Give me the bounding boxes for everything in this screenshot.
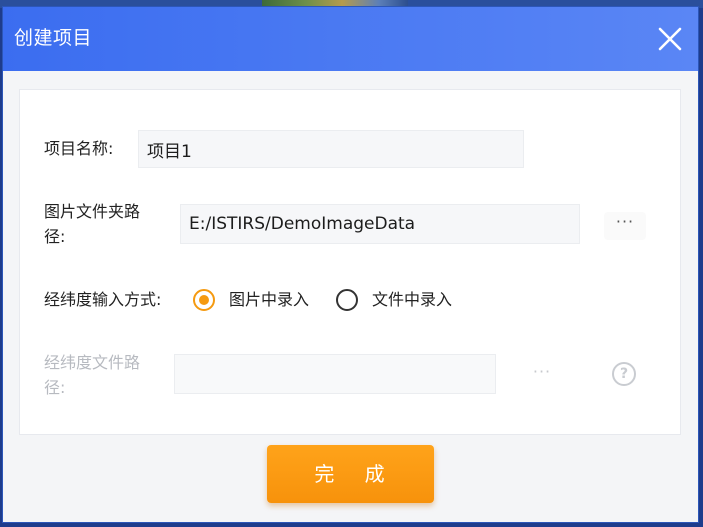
form-panel: 项目名称: 图片文件夹路 径: ··· 经纬度输入方式: 图片中录入 文件中录入… — [19, 89, 681, 435]
close-button[interactable] — [652, 21, 688, 57]
radio-from-image-label[interactable]: 图片中录入 — [229, 289, 309, 311]
done-button[interactable]: 完 成 — [267, 445, 434, 503]
dialog-title-bar: 创建项目 — [3, 7, 698, 71]
project-name-label: 项目名称: — [44, 139, 114, 158]
image-folder-label-line2: 径: — [44, 227, 66, 246]
dialog-body: 项目名称: 图片文件夹路 径: ··· 经纬度输入方式: 图片中录入 文件中录入… — [3, 71, 698, 522]
create-project-dialog: 创建项目 项目名称: 图片文件夹路 径: ··· 经纬度输入方式: — [2, 6, 699, 523]
image-folder-browse-button[interactable]: ··· — [604, 212, 646, 240]
image-folder-input[interactable] — [180, 204, 580, 244]
dialog-title: 创建项目 — [14, 27, 93, 49]
radio-from-file-label[interactable]: 文件中录入 — [372, 289, 452, 311]
radio-from-file[interactable] — [336, 289, 358, 311]
project-name-input[interactable] — [138, 130, 524, 168]
coord-file-label-line2: 径: — [44, 378, 66, 397]
close-icon — [658, 27, 682, 51]
coord-file-browse-button[interactable]: ··· — [521, 362, 563, 390]
coord-file-input[interactable] — [174, 354, 496, 394]
coord-input-method-label: 经纬度输入方式: — [44, 290, 162, 309]
radio-from-image[interactable] — [193, 289, 215, 311]
screen: 创建项目 项目名称: 图片文件夹路 径: ··· 经纬度输入方式: — [0, 0, 703, 527]
image-folder-label-line1: 图片文件夹路 — [44, 202, 141, 221]
help-icon[interactable]: ? — [612, 362, 636, 386]
coord-file-label-line1: 经纬度文件路 — [44, 353, 141, 372]
